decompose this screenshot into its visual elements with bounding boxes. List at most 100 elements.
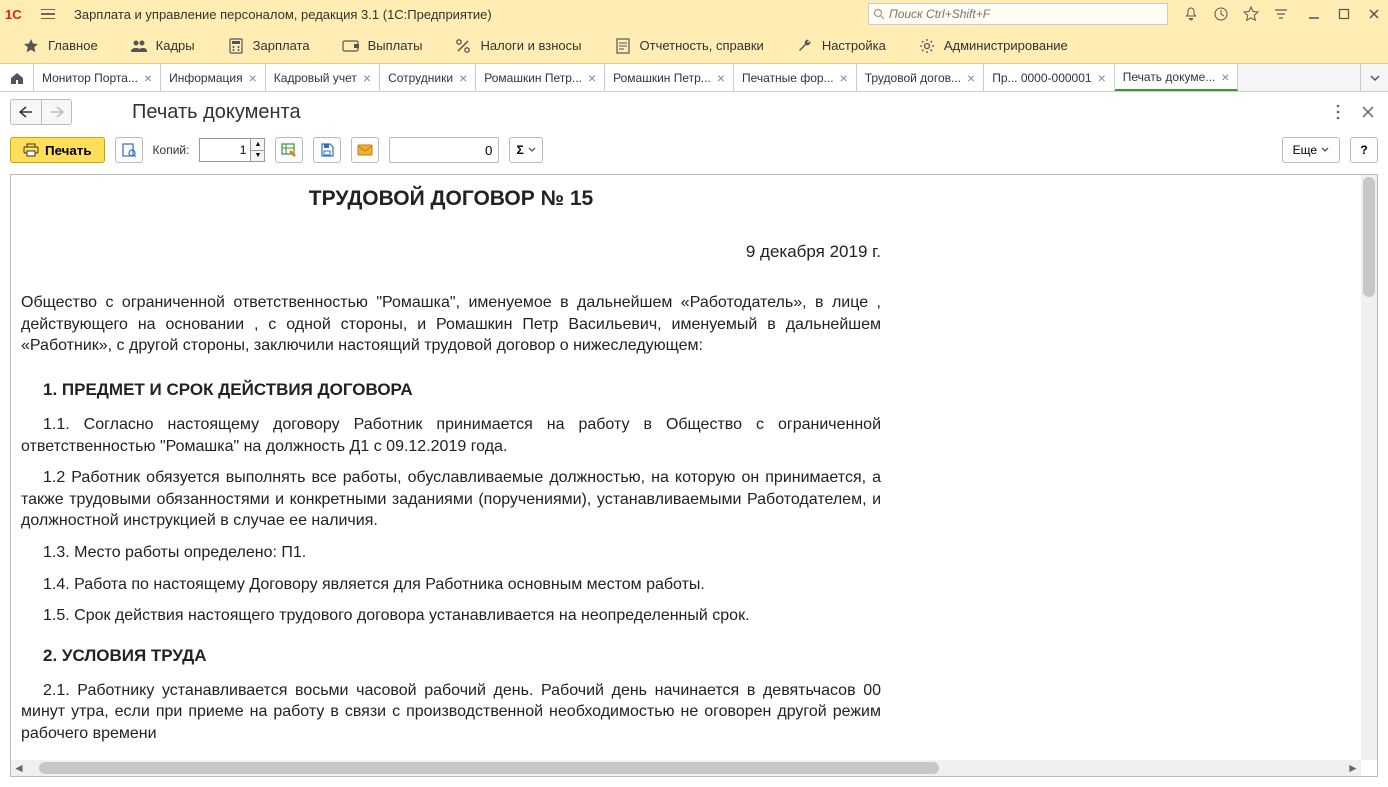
para-1-4: 1.4. Работа по настоящему Договору являе… — [21, 574, 881, 596]
tab-close-icon[interactable]: × — [459, 70, 467, 86]
menu-admin[interactable]: Администрирование — [902, 31, 1084, 61]
close-page-icon[interactable] — [1358, 102, 1378, 122]
page-title: Печать документа — [132, 101, 301, 124]
more-button[interactable]: Еще — [1282, 137, 1340, 163]
scroll-left-arrow-icon[interactable]: ◄ — [11, 760, 27, 776]
tab-contract[interactable]: Трудовой догов...× — [857, 64, 984, 91]
tab-close-icon[interactable]: × — [840, 70, 848, 86]
minimize-button[interactable] — [1304, 4, 1324, 24]
help-button[interactable]: ? — [1350, 137, 1378, 163]
tab-close-icon[interactable]: × — [1098, 70, 1106, 86]
menu-taxes[interactable]: Налоги и взносы — [438, 31, 597, 61]
nav-back-button[interactable] — [11, 100, 41, 124]
para-1-2: 1.2 Работник обязуется выполнять все раб… — [21, 467, 881, 532]
menu-label: Налоги и взносы — [480, 38, 581, 53]
print-button[interactable]: Печать — [10, 137, 105, 163]
menu-main[interactable]: Главное — [6, 31, 114, 61]
sigma-button[interactable]: Σ — [509, 137, 542, 163]
tab-close-icon[interactable]: × — [967, 70, 975, 86]
tab-print-forms[interactable]: Печатные фор...× — [734, 64, 857, 91]
document-page: ТРУДОВОЙ ДОГОВОР № 15 9 декабря 2019 г. … — [11, 175, 891, 760]
people-icon — [130, 37, 148, 55]
close-window-button[interactable] — [1364, 4, 1384, 24]
tab-print-document[interactable]: Печать докуме...× — [1115, 64, 1239, 91]
sigma-icon: Σ — [516, 143, 523, 157]
scroll-right-arrow-icon[interactable]: ► — [1345, 760, 1361, 776]
vertical-scrollbar[interactable] — [1361, 175, 1377, 760]
tab-close-icon[interactable]: × — [363, 70, 371, 86]
menu-settings[interactable]: Настройка — [780, 31, 902, 61]
tab-close-icon[interactable]: × — [249, 70, 257, 86]
copies-spinner[interactable]: ▲▼ — [251, 138, 265, 162]
printer-icon — [23, 143, 39, 157]
tab-close-icon[interactable]: × — [717, 70, 725, 86]
menu-salary[interactable]: Зарплата — [211, 31, 326, 61]
tabs-dropdown[interactable] — [1360, 64, 1388, 91]
history-icon[interactable] — [1212, 5, 1230, 23]
preview-button[interactable] — [115, 137, 143, 163]
hamburger-menu-icon[interactable] — [36, 4, 60, 24]
copies-input[interactable] — [199, 138, 251, 162]
page-header: Печать документа — [0, 92, 1388, 132]
menu-label: Главное — [48, 38, 98, 53]
menu-label: Настройка — [822, 38, 886, 53]
tab-close-icon[interactable]: × — [588, 70, 596, 86]
menu-hr[interactable]: Кадры — [114, 31, 211, 61]
menu-label: Выплаты — [368, 38, 423, 53]
tab-close-icon[interactable]: × — [144, 70, 152, 86]
main-menu: Главное Кадры Зарплата Выплаты Налоги и … — [0, 28, 1388, 64]
more-vertical-icon[interactable] — [1328, 102, 1348, 122]
copies-label: Копий: — [153, 143, 190, 157]
para-2-1: 2.1. Работнику устанавливается восьми ча… — [21, 680, 881, 745]
calculator-icon — [227, 37, 245, 55]
menu-reports[interactable]: Отчетность, справки — [598, 31, 780, 61]
global-search[interactable] — [868, 3, 1168, 25]
spin-down-icon[interactable]: ▼ — [251, 150, 264, 162]
menu-payments[interactable]: Выплаты — [326, 31, 439, 61]
print-toolbar: Печать Копий: ▲▼ Σ Еще ? — [0, 132, 1388, 168]
search-icon — [873, 8, 885, 20]
star-filled-icon — [22, 37, 40, 55]
app-title: Зарплата и управление персоналом, редакц… — [74, 7, 492, 22]
tab-monitor-portal[interactable]: Монитор Порта...× — [34, 64, 161, 91]
document-viewport[interactable]: ТРУДОВОЙ ДОГОВОР № 15 9 декабря 2019 г. … — [11, 175, 1361, 760]
tab-romashkin-1[interactable]: Ромашкин Петр...× — [476, 64, 605, 91]
menu-label: Администрирование — [944, 38, 1068, 53]
spin-up-icon[interactable]: ▲ — [251, 139, 264, 150]
tab-employees[interactable]: Сотрудники× — [380, 64, 476, 91]
app-logo-icon: 1С — [4, 5, 30, 23]
bell-icon[interactable] — [1182, 5, 1200, 23]
maximize-button[interactable] — [1334, 4, 1354, 24]
title-bar: 1С Зарплата и управление персоналом, ред… — [0, 0, 1388, 28]
home-tab[interactable] — [0, 64, 34, 91]
sum-input[interactable] — [389, 137, 499, 163]
document-preview: ТРУДОВОЙ ДОГОВОР № 15 9 декабря 2019 г. … — [10, 174, 1378, 777]
doc-intro: Общество с ограниченной ответственностью… — [21, 292, 881, 357]
tab-romashkin-2[interactable]: Ромашкин Петр...× — [605, 64, 734, 91]
doc-date: 9 декабря 2019 г. — [21, 241, 881, 264]
horizontal-scrollbar[interactable]: ◄ ► — [11, 760, 1361, 776]
wallet-icon — [342, 37, 360, 55]
table-edit-button[interactable] — [275, 137, 303, 163]
para-1-3: 1.3. Место работы определено: П1. — [21, 542, 881, 564]
doc-title: ТРУДОВОЙ ДОГОВОР № 15 — [21, 185, 881, 213]
search-input[interactable] — [889, 7, 1163, 21]
para-1-1: 1.1. Согласно настоящему договору Работн… — [21, 414, 881, 457]
tab-close-icon[interactable]: × — [1221, 69, 1229, 85]
email-button[interactable] — [351, 137, 379, 163]
save-button[interactable] — [313, 137, 341, 163]
tab-hr-accounting[interactable]: Кадровый учет× — [266, 64, 380, 91]
para-1-5: 1.5. Срок действия настоящего трудового … — [21, 605, 881, 627]
star-icon[interactable] — [1242, 5, 1260, 23]
section-2-title: 2. УСЛОВИЯ ТРУДА — [43, 645, 881, 668]
tab-information[interactable]: Информация× — [161, 64, 266, 91]
menu-label: Зарплата — [253, 38, 310, 53]
nav-forward-button[interactable] — [41, 100, 71, 124]
scroll-thumb[interactable] — [1363, 177, 1375, 297]
tab-order[interactable]: Пр... 0000-000001× — [984, 64, 1115, 91]
filter-icon[interactable] — [1272, 5, 1290, 23]
scroll-thumb[interactable] — [39, 762, 939, 774]
menu-label: Отчетность, справки — [640, 38, 764, 53]
section-1-title: 1. ПРЕДМЕТ И СРОК ДЕЙСТВИЯ ДОГОВОРА — [43, 379, 881, 402]
tabs-bar: Монитор Порта...× Информация× Кадровый у… — [0, 64, 1388, 92]
